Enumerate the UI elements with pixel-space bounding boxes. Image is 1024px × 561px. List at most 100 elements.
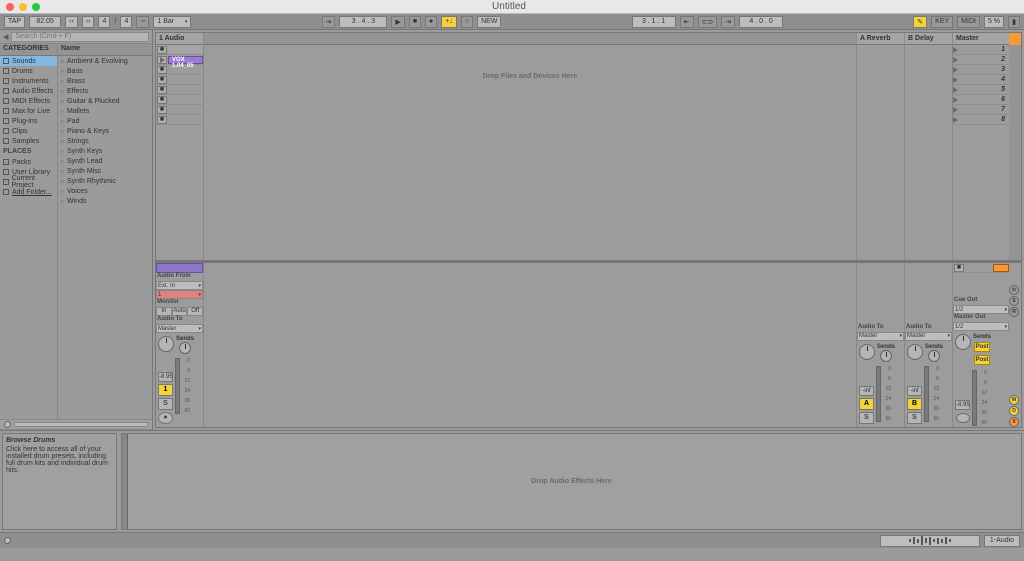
list-item[interactable]: Ambient & Evolving <box>58 56 152 66</box>
selected-clip-indicator[interactable] <box>156 263 203 273</box>
return-a-header[interactable]: A Reverb <box>857 33 904 45</box>
list-item[interactable]: Brass <box>58 76 152 86</box>
input-channel-menu[interactable]: 1 <box>156 290 203 299</box>
scene-slot[interactable]: 2 <box>953 55 1009 65</box>
master-out-menu[interactable]: 1/2 <box>953 322 1009 331</box>
arrange-position[interactable]: 3 . 4 . 3 <box>339 16 387 28</box>
list-item[interactable]: Mallets <box>58 106 152 116</box>
sends-toggle[interactable]: S <box>1009 296 1019 306</box>
list-item[interactable]: Synth Lead <box>58 156 152 166</box>
overdub-button[interactable]: +↓ <box>441 16 457 28</box>
scene-slot[interactable]: 7 <box>953 105 1009 115</box>
list-item[interactable]: Effects <box>58 86 152 96</box>
draw-mode-button[interactable]: ✎ <box>913 16 927 28</box>
track-drop-area[interactable]: Drop Files and Devices Here <box>204 33 857 260</box>
category-audio-effects[interactable]: Audio Effects <box>0 86 57 96</box>
pan-knob[interactable] <box>859 344 875 360</box>
quantize-menu[interactable]: 1 Bar <box>153 16 191 28</box>
list-item[interactable]: Synth Rhythmic <box>58 176 152 186</box>
automation-arm-button[interactable]: ○ <box>461 16 473 28</box>
midi-map-button[interactable]: MIDI <box>957 16 980 28</box>
input-type-menu[interactable]: Ext. In <box>156 281 203 290</box>
loop-button[interactable]: ⊂⊃ <box>698 16 718 28</box>
punch-out-button[interactable]: ⇥ <box>721 16 735 28</box>
clip-slot[interactable]: ■ <box>156 115 203 125</box>
output-menu[interactable]: Master <box>857 332 904 341</box>
clip-stop-icon[interactable]: ■ <box>157 46 167 54</box>
loop-start-field[interactable]: 3 . 1 . 1 <box>632 16 676 28</box>
follow-button[interactable]: ⇥ <box>322 16 336 28</box>
master-header[interactable]: Master <box>953 33 1009 45</box>
volume-value[interactable]: -inf <box>907 386 922 396</box>
session-scrollbar[interactable] <box>1009 33 1021 260</box>
clip-slot[interactable]: ■ <box>156 85 203 95</box>
category-plugins[interactable]: Plug-ins <box>0 116 57 126</box>
punch-in-button[interactable]: ⇤ <box>680 16 694 28</box>
nudge-down-button[interactable]: ‹‹ <box>65 16 78 28</box>
solo-button[interactable]: S <box>859 412 874 424</box>
list-item[interactable]: Synth Misc <box>58 166 152 176</box>
clip-stop-icon[interactable]: ■ <box>157 106 167 114</box>
delay-toggle[interactable]: D <box>1009 406 1019 416</box>
time-sig-den[interactable]: 4 <box>120 16 132 28</box>
overload-indicator[interactable]: ▮ <box>1008 16 1020 28</box>
list-item[interactable]: Voices <box>58 186 152 196</box>
send-knob[interactable] <box>928 350 940 362</box>
solo-cue-button[interactable] <box>956 413 970 423</box>
volume-value[interactable]: -8.95 <box>158 372 173 382</box>
list-item[interactable]: Strings <box>58 136 152 146</box>
clip-stop-icon[interactable]: ■ <box>157 86 167 94</box>
clip-stop-icon[interactable]: ■ <box>157 66 167 74</box>
mixer-toggle[interactable]: M <box>1009 395 1019 405</box>
cue-out-menu[interactable]: 1/2 <box>953 305 1009 314</box>
place-current-project[interactable]: Current Project <box>0 177 57 187</box>
key-map-button[interactable]: KEY <box>931 16 953 28</box>
pan-knob[interactable] <box>907 344 923 360</box>
zoom-icon[interactable] <box>32 3 40 11</box>
collapse-detail-icon[interactable] <box>4 537 11 544</box>
returns-toggle[interactable]: R <box>1009 307 1019 317</box>
category-midi-effects[interactable]: MIDI Effects <box>0 96 57 106</box>
clip-slot[interactable]: ■ <box>156 75 203 85</box>
loop-length-field[interactable]: 4 . 0 . 0 <box>739 16 783 28</box>
preview-volume-slider[interactable] <box>14 422 148 427</box>
place-add-folder[interactable]: Add Folder... <box>0 187 57 197</box>
stop-all-clips[interactable]: ■ <box>953 263 1009 273</box>
output-menu[interactable]: Master <box>156 324 203 333</box>
clip-slot[interactable]: ■ <box>156 95 203 105</box>
tap-tempo-button[interactable]: TAP <box>4 16 25 28</box>
scene-slot[interactable]: 5 <box>953 85 1009 95</box>
post-button[interactable]: Post <box>974 355 990 365</box>
scene-slot[interactable]: 3 <box>953 65 1009 75</box>
stop-button[interactable]: ■ <box>409 16 421 28</box>
send-knob[interactable] <box>880 350 892 362</box>
list-item[interactable]: Winds <box>58 196 152 206</box>
arm-button[interactable]: ● <box>158 412 173 424</box>
place-packs[interactable]: Packs <box>0 157 57 167</box>
close-icon[interactable] <box>6 3 14 11</box>
metronome-button[interactable]: ◦◦ <box>136 16 149 28</box>
category-instruments[interactable]: Instruments <box>0 76 57 86</box>
post-button[interactable]: Post <box>974 342 990 352</box>
category-clips[interactable]: Clips <box>0 126 57 136</box>
volume-value[interactable]: -inf <box>859 386 874 396</box>
output-menu[interactable]: Master <box>905 332 952 341</box>
arrow-icon[interactable] <box>993 264 1009 272</box>
clip[interactable]: VOX 1.04_05 <box>168 56 203 64</box>
clip-slot[interactable]: VOX 1.04_05 <box>156 55 203 65</box>
send-a-knob[interactable] <box>179 342 191 354</box>
search-input[interactable] <box>11 32 149 42</box>
track-activator[interactable]: A <box>859 398 874 410</box>
track-1-header[interactable]: 1 Audio <box>156 33 203 45</box>
track-activator[interactable]: 1 <box>158 384 173 396</box>
clip-stop-icon[interactable]: ■ <box>157 76 167 84</box>
time-sig-num[interactable]: 4 <box>98 16 110 28</box>
scene-slot[interactable]: 8 <box>953 115 1009 125</box>
device-view[interactable]: Drop Audio Effects Here <box>121 433 1022 530</box>
scene-slot[interactable]: 1 <box>953 45 1009 55</box>
return-b-header[interactable]: B Delay <box>905 33 952 45</box>
clip-stop-icon[interactable]: ■ <box>157 96 167 104</box>
io-toggle[interactable]: ⊙ <box>1009 285 1019 295</box>
monitor-off[interactable]: Off <box>187 307 203 316</box>
crossfade-toggle[interactable]: X <box>1009 417 1019 427</box>
